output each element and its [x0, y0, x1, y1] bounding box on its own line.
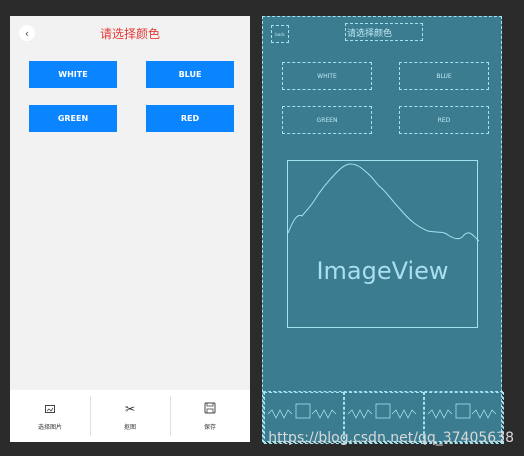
top-app-bar: ‹ 请选择颜色: [10, 16, 250, 50]
save-icon: [204, 402, 216, 416]
blueprint-imageview: ImageView: [287, 160, 479, 328]
tab-label: 保存: [203, 423, 216, 431]
watermark-text: https://blog.csdn.net/qq_37405638: [268, 430, 514, 446]
tab-save[interactable]: 保存: [170, 390, 250, 442]
blueprint-blue-button[interactable]: BLUE: [399, 62, 489, 90]
blueprint-preview: back 请选择颜色 WHITE BLUE GREEN RED ImageVie…: [262, 16, 504, 444]
tab-cutout[interactable]: ✂ 抠图: [90, 390, 170, 442]
scissors-icon: ✂: [124, 401, 136, 416]
tab-label: 选择图片: [37, 423, 62, 431]
blueprint-title: 请选择颜色: [345, 23, 423, 41]
phone-preview: ‹ 请选择颜色 WHITE BLUE GREEN RED 选择图片 ✂ 抠图 保…: [10, 16, 250, 442]
blueprint-green-button[interactable]: GREEN: [282, 106, 372, 134]
page-title: 请选择颜色: [99, 27, 160, 41]
imageview-label: ImageView: [316, 257, 449, 285]
landscape-placeholder-icon: [288, 163, 479, 242]
blueprint-white-button[interactable]: WHITE: [282, 62, 372, 90]
blueprint-red-button[interactable]: RED: [399, 106, 489, 134]
white-button[interactable]: WHITE: [29, 61, 117, 88]
green-button[interactable]: GREEN: [29, 105, 117, 132]
bottom-tab-bar: 选择图片 ✂ 抠图 保存: [10, 390, 250, 442]
image-icon: [45, 402, 55, 416]
tab-label: 抠图: [123, 423, 136, 431]
red-button[interactable]: RED: [146, 105, 234, 132]
tab-select-image[interactable]: 选择图片: [10, 390, 90, 442]
blue-button[interactable]: BLUE: [146, 61, 234, 88]
blueprint-back-button[interactable]: back: [271, 25, 289, 43]
